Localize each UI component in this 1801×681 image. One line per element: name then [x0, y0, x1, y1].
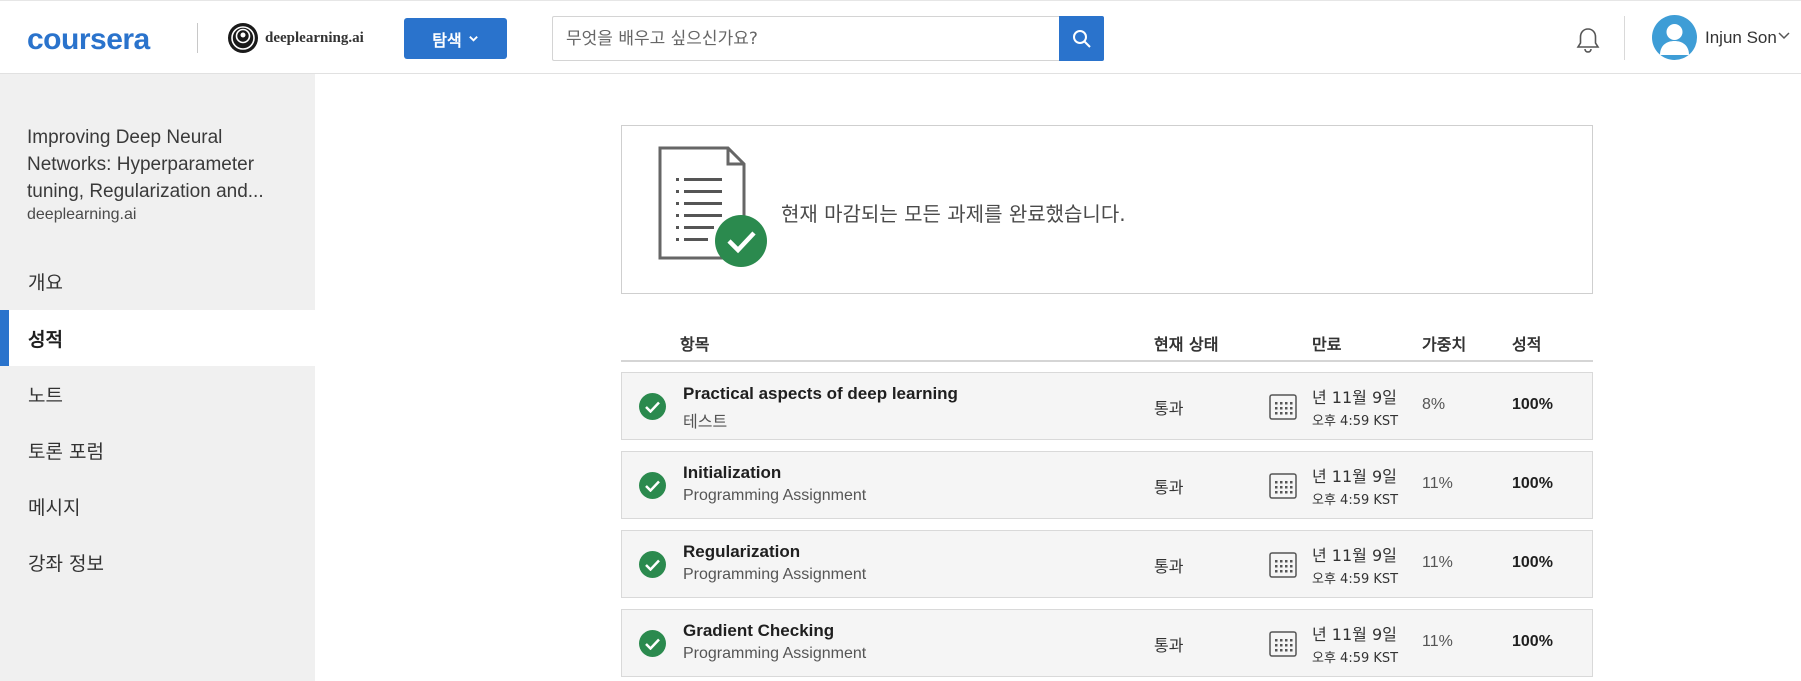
deeplearning-ai-logo-icon: [228, 23, 258, 53]
chevron-down-icon: [468, 36, 478, 42]
search-box: [552, 16, 1059, 61]
assignment-title[interactable]: Initialization: [683, 463, 781, 483]
assignment-weight: 11%: [1422, 475, 1453, 492]
table-row[interactable]: Practical aspects of deep learning 테스트 통…: [621, 372, 1593, 440]
grades-table-header: 항목 현재 상태 만료 가중치 성적: [621, 322, 1593, 362]
due-date: 년 11월 9일: [1312, 388, 1397, 407]
chevron-down-icon[interactable]: [1777, 31, 1791, 41]
check-circle-icon: [639, 630, 666, 657]
assignment-weight: 11%: [1422, 554, 1453, 571]
assignment-weight: 11%: [1422, 633, 1453, 650]
assignment-grade: 100%: [1512, 633, 1553, 650]
explore-label: 탐색: [432, 32, 462, 50]
search-icon: [1072, 29, 1091, 48]
user-avatar-icon: [1660, 24, 1689, 55]
search-input[interactable]: [566, 28, 1046, 49]
column-header-status: 현재 상태: [1154, 335, 1219, 354]
assignment-type: Programming Assignment: [683, 487, 867, 504]
table-row[interactable]: Initialization Programming Assignment 통과…: [621, 451, 1593, 519]
assignment-grade: 100%: [1512, 475, 1553, 492]
calendar-icon: [1269, 394, 1297, 420]
sidebar-item-course-info[interactable]: 강좌 정보: [0, 534, 315, 590]
logo-divider: [197, 23, 198, 53]
table-row[interactable]: Regularization Programming Assignment 통과…: [621, 530, 1593, 598]
due-time: 오후 4:59 KST: [1312, 414, 1399, 429]
assignment-weight: 8%: [1422, 396, 1446, 413]
assignment-grade: 100%: [1512, 554, 1553, 571]
sidebar-item-overview[interactable]: 개요: [0, 253, 315, 309]
assignment-title[interactable]: Gradient Checking: [683, 621, 834, 641]
explore-button[interactable]: 탐색: [404, 18, 507, 59]
coursera-logo[interactable]: coursera: [27, 23, 150, 57]
sidebar-item-label: 개요: [28, 271, 63, 294]
column-header-weight: 가중치: [1422, 335, 1467, 354]
course-title[interactable]: Improving Deep Neural Networks: Hyperpar…: [27, 124, 297, 205]
assignment-type: Programming Assignment: [683, 566, 867, 583]
top-header: coursera deeplearning.ai 탐색 무엇을 배우고 싶으신가…: [0, 0, 1801, 74]
completion-banner: 현재 마감되는 모든 과제를 완료했습니다.: [621, 125, 1593, 294]
assignment-status: 통과: [1154, 636, 1184, 655]
due-date: 년 11월 9일: [1312, 467, 1397, 486]
document-check-icon: [658, 146, 767, 267]
sidebar-item-label: 성적: [28, 328, 63, 351]
partner-logo-text: deeplearning.ai: [265, 29, 364, 46]
sidebar-item-label: 토론 포럼: [28, 440, 104, 463]
sidebar-item-forums[interactable]: 토론 포럼: [0, 422, 315, 478]
column-header-item: 항목: [680, 335, 710, 354]
header-separator: [1624, 16, 1625, 60]
calendar-icon: [1269, 631, 1297, 657]
calendar-icon: [1269, 473, 1297, 499]
course-org: deeplearning.ai: [27, 206, 137, 223]
due-time: 오후 4:59 KST: [1312, 651, 1399, 666]
due-time: 오후 4:59 KST: [1312, 572, 1399, 587]
sidebar-item-notes[interactable]: 노트: [0, 366, 315, 422]
check-circle-icon: [639, 551, 666, 578]
due-date: 년 11월 9일: [1312, 625, 1397, 644]
column-header-due: 만료: [1312, 335, 1342, 354]
completion-message: 현재 마감되는 모든 과제를 완료했습니다.: [781, 202, 1126, 226]
assignment-type: Programming Assignment: [683, 645, 867, 662]
sidebar-item-grades[interactable]: 성적: [0, 310, 315, 366]
assignment-status: 통과: [1154, 557, 1184, 576]
sidebar-item-messages[interactable]: 메시지: [0, 478, 315, 534]
due-date: 년 11월 9일: [1312, 546, 1397, 565]
due-time: 오후 4:59 KST: [1312, 493, 1399, 508]
avatar[interactable]: [1652, 15, 1697, 60]
check-circle-icon: [639, 393, 666, 420]
assignment-type: 테스트: [683, 414, 728, 431]
table-row[interactable]: Gradient Checking Programming Assignment…: [621, 609, 1593, 677]
check-circle-icon: [639, 472, 666, 499]
search-button[interactable]: [1059, 16, 1104, 61]
notification-bell-icon[interactable]: [1573, 25, 1603, 55]
assignment-grade: 100%: [1512, 396, 1553, 413]
assignment-title[interactable]: Practical aspects of deep learning: [683, 384, 958, 404]
sidebar-item-label: 노트: [28, 384, 63, 407]
assignment-status: 통과: [1154, 478, 1184, 497]
deeplearning-ai-logo[interactable]: deeplearning.ai: [227, 22, 364, 54]
sidebar-item-label: 메시지: [28, 496, 81, 519]
calendar-icon: [1269, 552, 1297, 578]
sidebar: Improving Deep Neural Networks: Hyperpar…: [0, 74, 315, 681]
column-header-grade: 성적: [1512, 335, 1542, 354]
assignment-status: 통과: [1154, 399, 1184, 418]
assignment-title[interactable]: Regularization: [683, 542, 800, 562]
sidebar-item-label: 강좌 정보: [28, 552, 104, 575]
user-name[interactable]: Injun Son: [1705, 28, 1777, 48]
